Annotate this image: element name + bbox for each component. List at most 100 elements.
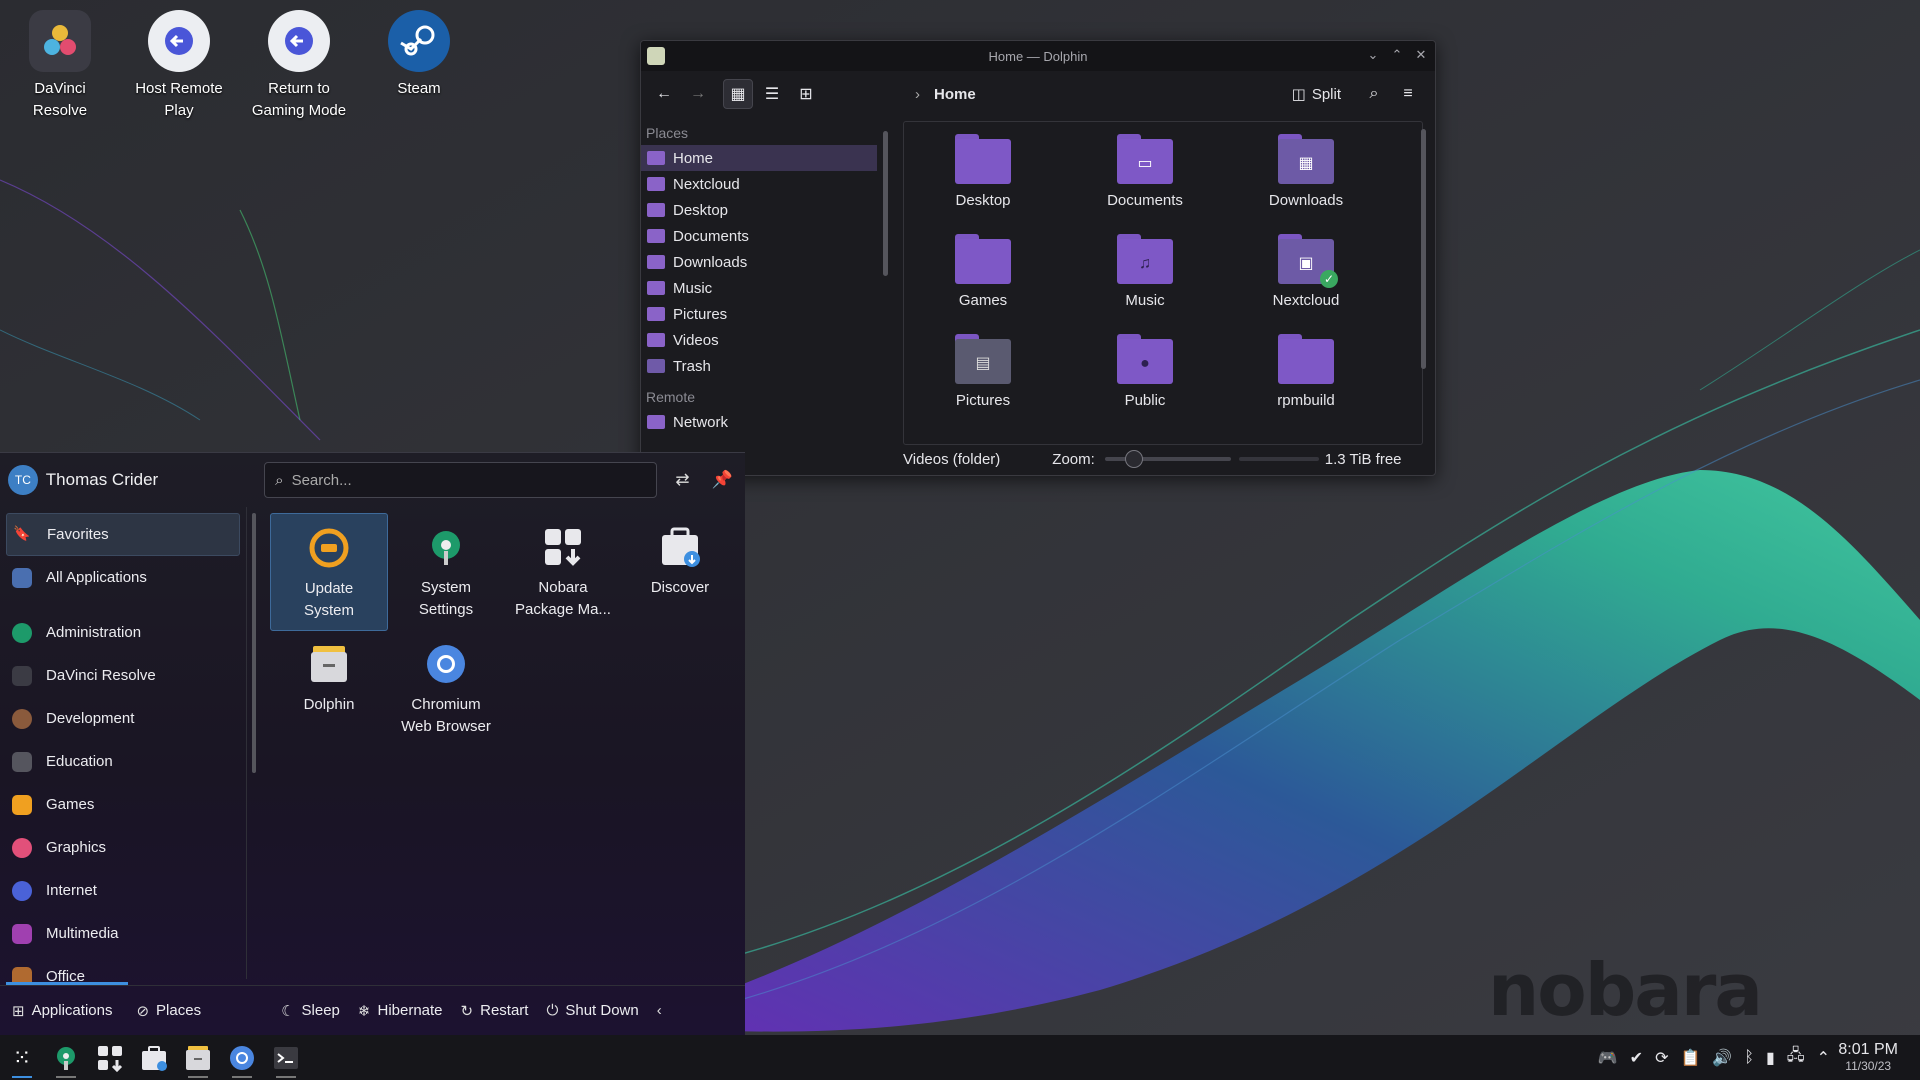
folder-documents[interactable]: ▭ Documents xyxy=(1080,134,1210,209)
category-multimedia[interactable]: Multimedia xyxy=(6,912,240,955)
place-item-nextcloud[interactable]: Nextcloud xyxy=(641,171,877,197)
shutdown-button[interactable]: ⏻ Shut Down xyxy=(546,1002,638,1019)
category-office[interactable]: Office xyxy=(6,955,240,983)
app-update-system[interactable]: Update System xyxy=(270,513,388,631)
folder-pictures[interactable]: ▤ Pictures xyxy=(918,334,1048,409)
app-discover[interactable]: Discover xyxy=(621,513,739,631)
folder-label: Pictures xyxy=(955,392,1011,409)
category-internet[interactable]: Internet xyxy=(6,869,240,912)
tree-view-icon[interactable]: ⊞ xyxy=(791,79,821,109)
folder-nextcloud[interactable]: ▣ ✓ Nextcloud xyxy=(1241,234,1371,309)
desktop-icon-host-remote-play[interactable]: Host Remote Play xyxy=(119,10,239,122)
desktop-icon-davinci-resolve[interactable]: DaVinci Resolve xyxy=(0,10,120,122)
search-icon[interactable]: ⌕ xyxy=(1359,79,1389,109)
place-item-downloads[interactable]: Downloads xyxy=(641,249,877,275)
avatar[interactable]: TC xyxy=(8,465,38,495)
minimize-icon[interactable]: ⌄ xyxy=(1365,46,1381,64)
hamburger-menu-icon[interactable]: ≡ xyxy=(1393,79,1423,109)
icons-view-icon[interactable]: ▦ xyxy=(723,79,753,109)
category-education[interactable]: Education xyxy=(6,740,240,783)
restart-button[interactable]: ↻ Restart xyxy=(461,1002,529,1020)
category-development[interactable]: Development xyxy=(6,697,240,740)
sleep-button[interactable]: ☾ Sleep xyxy=(281,1002,340,1020)
desktop-icon-steam[interactable]: Steam xyxy=(359,10,479,100)
tray-expand-chevron-icon[interactable]: ⌃ xyxy=(1817,1048,1830,1068)
taskbar-system-settings[interactable] xyxy=(44,1035,88,1080)
place-label: Desktop xyxy=(673,201,729,219)
window-title: Home — Dolphin xyxy=(988,48,1088,64)
taskbar-chromium[interactable] xyxy=(220,1035,264,1080)
updates-icon[interactable]: ⟳ xyxy=(1655,1048,1668,1068)
disk-usage-bar xyxy=(1238,457,1319,461)
place-label: Home xyxy=(673,149,714,167)
tab-applications[interactable]: ⊞ Applications xyxy=(12,1002,112,1020)
details-view-icon[interactable]: ☰ xyxy=(757,79,787,109)
file-view[interactable]: Desktop ▭ Documents ▦ Downloads Games ♫ … xyxy=(903,121,1423,445)
folder-public[interactable]: ● Public xyxy=(1080,334,1210,409)
app-label: Discover xyxy=(650,579,710,596)
folder-rpmbuild[interactable]: rpmbuild xyxy=(1241,334,1371,409)
place-item-documents[interactable]: Documents xyxy=(641,223,877,249)
zoom-slider-handle[interactable] xyxy=(1124,450,1143,468)
place-item-home[interactable]: Home xyxy=(641,145,877,171)
places-panel: Places Home Nextcloud Desktop Documents … xyxy=(641,117,877,447)
taskbar-dolphin[interactable] xyxy=(176,1035,220,1080)
bluetooth-icon[interactable]: ᛒ xyxy=(1744,1049,1754,1067)
places-scrollbar[interactable] xyxy=(883,131,888,276)
app-grid-icon: ⁙ xyxy=(12,1044,32,1070)
hibernate-button[interactable]: ❄ Hibernate xyxy=(358,1002,443,1020)
category-favorites[interactable]: 🔖 Favorites xyxy=(6,513,240,556)
place-item-music[interactable]: Music xyxy=(641,275,877,301)
split-view-icon[interactable]: ◫ xyxy=(1292,85,1306,103)
category-graphics[interactable]: Graphics xyxy=(6,826,240,869)
desktop-icon-return-gaming-mode[interactable]: Return to Gaming Mode xyxy=(239,10,359,122)
battery-icon[interactable]: ▮ xyxy=(1766,1048,1775,1068)
more-options-button[interactable]: ‹ xyxy=(657,1002,669,1019)
folder-games[interactable]: Games xyxy=(918,234,1048,309)
category-davinci-resolve[interactable]: DaVinci Resolve xyxy=(6,654,240,697)
discord-icon[interactable]: 🎮 xyxy=(1598,1048,1618,1068)
volume-icon[interactable]: 🔊 xyxy=(1712,1048,1732,1068)
network-icon[interactable]: 🖧 xyxy=(1787,1044,1805,1071)
app-launcher-button[interactable]: ⁙ xyxy=(0,1035,44,1080)
maximize-icon[interactable]: ⌃ xyxy=(1389,46,1405,64)
clipboard-icon[interactable]: 📋 xyxy=(1680,1048,1700,1068)
app-nobara-package-manager[interactable]: Nobara Package Ma... xyxy=(504,513,622,631)
configure-icon[interactable]: ⇄ xyxy=(667,465,697,495)
taskbar-terminal[interactable] xyxy=(264,1035,308,1080)
terminal-icon xyxy=(274,1046,298,1069)
place-item-desktop[interactable]: Desktop xyxy=(641,197,877,223)
category-games[interactable]: Games xyxy=(6,783,240,826)
application-launcher[interactable]: TC Thomas Crider ⌕ Search... ⇄ 📌 🔖 Favori… xyxy=(0,452,745,1035)
back-arrow-icon[interactable]: ← xyxy=(649,79,679,109)
breadcrumb-home[interactable]: Home xyxy=(934,86,976,103)
place-item-videos[interactable]: Videos xyxy=(641,327,877,353)
file-view-scrollbar[interactable] xyxy=(1421,129,1426,369)
search-input[interactable]: ⌕ Search... xyxy=(264,462,658,498)
taskbar-discover[interactable] xyxy=(132,1035,176,1080)
folder-music[interactable]: ♫ Music xyxy=(1080,234,1210,309)
category-administration[interactable]: Administration xyxy=(6,611,240,654)
folder-downloads[interactable]: ▦ Downloads xyxy=(1241,134,1371,209)
zoom-slider[interactable] xyxy=(1104,450,1231,468)
nextcloud-check-icon[interactable]: ✔ xyxy=(1630,1048,1643,1068)
split-button[interactable]: Split xyxy=(1312,86,1341,103)
tab-places[interactable]: ⊘ Places xyxy=(136,1002,201,1020)
app-system-settings[interactable]: System Settings xyxy=(387,513,505,631)
forward-arrow-icon[interactable]: → xyxy=(683,79,713,109)
app-chromium[interactable]: Chromium Web Browser xyxy=(387,630,505,748)
hibernate-icon: ❄ xyxy=(357,1002,371,1020)
window-titlebar[interactable]: Home — Dolphin ⌄ ⌃ ✕ xyxy=(641,41,1435,71)
pin-icon[interactable]: 📌 xyxy=(707,465,737,495)
place-item-trash[interactable]: Trash xyxy=(641,353,877,379)
place-item-network[interactable]: Network xyxy=(641,409,877,435)
place-item-pictures[interactable]: Pictures xyxy=(641,301,877,327)
folder-desktop[interactable]: Desktop xyxy=(918,134,1048,209)
taskbar-package-manager[interactable] xyxy=(88,1035,132,1080)
dolphin-window[interactable]: Home — Dolphin ⌄ ⌃ ✕ ← → ▦ ☰ ⊞ › Home ◫ … xyxy=(640,40,1436,476)
close-icon[interactable]: ✕ xyxy=(1413,46,1429,64)
app-dolphin[interactable]: Dolphin xyxy=(270,630,388,748)
category-scrollbar[interactable] xyxy=(252,513,256,773)
category-all-applications[interactable]: All Applications xyxy=(6,556,240,599)
clock[interactable]: 8:01 PM 11/30/23 xyxy=(1838,1041,1898,1073)
